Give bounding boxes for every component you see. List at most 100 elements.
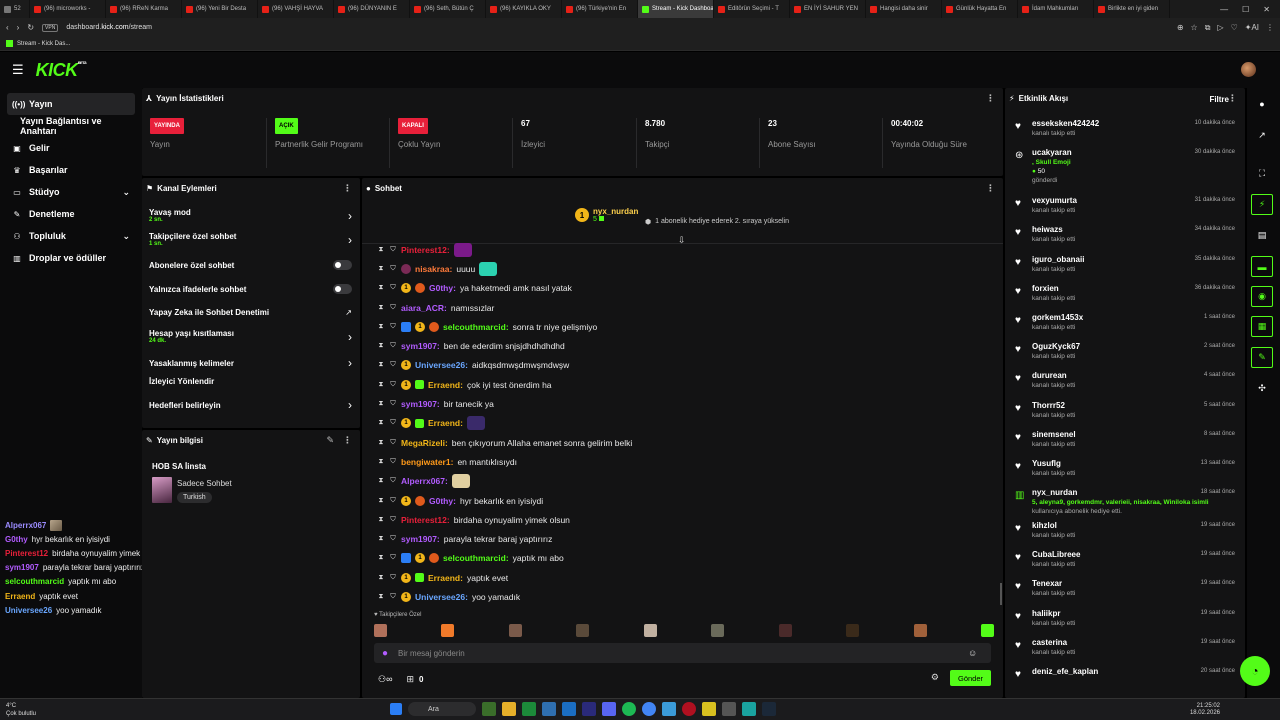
chat-message[interactable]: ⧗ ⛉ 1 Universee26: aidkqsdmwşdmwşmdwşw [377, 356, 993, 375]
fullscreen-icon[interactable]: ⛶ [1251, 163, 1273, 184]
shield-icon[interactable]: ⛉ [389, 458, 397, 466]
gift-box-icon[interactable]: ⊞ [406, 674, 414, 685]
info-more-icon[interactable]: ⋮ [343, 435, 352, 446]
chat-message[interactable]: ⧗ ⛉ 1 Erraend: [377, 414, 993, 433]
shield-icon[interactable]: ⛉ [389, 419, 397, 427]
activity-event[interactable]: ♥ gorkem1453x kanalı takip etti 1 saat önce [1005, 310, 1245, 339]
shield-icon[interactable]: ⛉ [389, 574, 397, 582]
chat-message[interactable]: ⧗ ⛉ 1 G0thy: ya haketmedi amk nasıl yatak [377, 279, 993, 298]
timeout-icon[interactable]: ⧗ [377, 477, 385, 485]
app-icon[interactable] [662, 702, 676, 716]
timeout-icon[interactable]: ⧗ [377, 593, 385, 601]
activity-event[interactable]: ♥ forxien kanalı takip etti 36 dakika önce [1005, 281, 1245, 310]
chat-username[interactable]: Erraend: [428, 573, 463, 583]
emote-button[interactable] [846, 624, 860, 637]
browser-tab[interactable]: (96) DÜNYANIN E [334, 0, 410, 18]
menu-dots-icon[interactable]: ⋮ [1266, 23, 1274, 32]
chevron-right-icon[interactable]: › [348, 330, 352, 344]
bookmark-star-icon[interactable]: ☆ [1191, 23, 1198, 32]
xbox-icon[interactable] [522, 702, 536, 716]
sidebar-item[interactable]: ((•)) Yayın [7, 93, 135, 115]
emote-button[interactable] [374, 624, 387, 637]
forward-icon[interactable]: › [17, 23, 20, 32]
language-tag[interactable]: Turkish [177, 492, 212, 503]
chat-rail-icon[interactable]: ▬ [1251, 256, 1273, 277]
emote-button[interactable] [508, 624, 522, 637]
emote-button[interactable] [913, 624, 927, 637]
chat-username[interactable]: aiara_ACR: [401, 303, 447, 313]
chat-message[interactable]: ⧗ ⛉ aiara_ACR: namıssızlar [377, 298, 993, 317]
chat-username[interactable]: G0thy: [429, 496, 456, 506]
system-clock[interactable]: 21:25:02 18.02.2026 [1190, 703, 1220, 717]
browser-tab[interactable]: (96) Yeni Bir Desta [182, 0, 258, 18]
minimize-icon[interactable]: — [1220, 5, 1228, 14]
chat-message[interactable]: ⧗ ⛉ Alperrx067: [377, 472, 993, 491]
chat-more-icon[interactable]: ⋮ [986, 183, 995, 194]
activity-event[interactable]: ♥ Thorrr52 kanalı takip etti 5 saat önce [1005, 398, 1245, 427]
browser-tab[interactable]: Birlikte en iyi giden [1094, 0, 1170, 18]
chat-message[interactable]: ⧗ ⛉ nisakraa: uuuu [377, 259, 993, 278]
chat-input[interactable] [398, 648, 959, 658]
chat-username[interactable]: Universee26: [415, 360, 468, 370]
browser-tab[interactable]: (96) KAYIKLA OKY [486, 0, 562, 18]
channel-action[interactable]: Yavaş mod 2 sn. › [149, 208, 352, 223]
obs-icon[interactable] [722, 702, 736, 716]
timeout-icon[interactable]: ⧗ [377, 246, 385, 254]
chat-message[interactable]: ⧗ ⛉ 1 selcouthmarcid: sonra tr niye gelişmiy… [377, 317, 993, 336]
emote-button[interactable] [711, 624, 725, 637]
back-icon[interactable]: ‹ [6, 23, 9, 32]
timeout-icon[interactable]: ⧗ [377, 497, 385, 505]
activity-event[interactable]: ▥ nyx_nurdan 5, aleyna9, gorkemdmr, valeri… [1005, 485, 1245, 518]
user-avatar[interactable] [1241, 62, 1256, 77]
browser-tab[interactable]: (96) RReN Karma [106, 0, 182, 18]
shield-icon[interactable]: ⛉ [389, 284, 397, 292]
chat-message[interactable]: ⧗ ⛉ sym1907: parayla tekrar baraj yaptırırı… [377, 529, 993, 548]
chat-username[interactable]: selcouthmarcid: [443, 553, 509, 563]
timeout-icon[interactable]: ⧗ [377, 381, 385, 389]
browser-tab[interactable]: (96) microworks - [30, 0, 106, 18]
channel-action[interactable]: Takipçilere özel sohbet 1 sn. › [149, 232, 352, 247]
wrench-rail-icon[interactable]: ✎ [1251, 347, 1273, 368]
timeout-icon[interactable]: ⧗ [377, 458, 385, 466]
chevron-right-icon[interactable]: › [348, 233, 352, 247]
calendar-rail-icon[interactable]: ▦ [1251, 316, 1273, 337]
chat-username[interactable]: Alperrx067: [401, 476, 448, 486]
chat-message[interactable]: ⧗ ⛉ bengiwater1: en mantıklısıydı [377, 452, 993, 471]
chat-message[interactable]: ⧗ ⛉ 1 selcouthmarcid: yaptık mı abo [377, 549, 993, 568]
timeout-icon[interactable]: ⧗ [377, 535, 385, 543]
actions-more-icon[interactable]: ⋮ [343, 183, 352, 194]
chat-username[interactable]: MegaRizeli: [401, 438, 448, 448]
browser-tab[interactable]: Stream - Kick Dashboard [638, 0, 714, 18]
shield-icon[interactable]: ⛉ [389, 265, 397, 273]
apps-icon[interactable]: ✣ [1251, 378, 1273, 399]
shield-icon[interactable]: ⛉ [389, 381, 397, 389]
channel-action[interactable]: Yasaklanmış kelimeler › [149, 356, 352, 370]
chat-username[interactable]: Universee26: [415, 592, 468, 602]
sidebar-item[interactable]: ♛ Başarılar [0, 159, 142, 181]
extensions-icon[interactable]: ⧉ [1205, 23, 1211, 33]
activity-event[interactable]: ♥ deniz_efe_kaplan 20 saat önce [1005, 664, 1245, 693]
activity-event[interactable]: ♥ Yusuflg kanalı takip etti 13 saat önce [1005, 456, 1245, 485]
chat-message[interactable]: ⧗ ⛉ MegaRizeli: ben çıkıyorum Allaha emanet… [377, 433, 993, 452]
filter-button[interactable]: Filtre [1209, 95, 1229, 104]
chat-username[interactable]: nisakraa: [415, 264, 452, 274]
emote-button[interactable] [441, 624, 455, 637]
chat-username[interactable]: Erraend: [428, 380, 463, 390]
browser-tab[interactable]: Hangisi daha sinir [866, 0, 942, 18]
timeout-icon[interactable]: ⧗ [377, 304, 385, 312]
emote-button[interactable] [576, 624, 590, 637]
chat-message[interactable]: ⧗ ⛉ 1 Erraend: çok iyi test önerdim ha [377, 375, 993, 394]
chat-username[interactable]: selcouthmarcid: [443, 322, 509, 332]
browser-tab[interactable]: EN İYİ SAHUR YEN [790, 0, 866, 18]
chat-username[interactable]: G0thy: [429, 283, 456, 293]
channel-action[interactable]: Hedefleri belirleyin › [149, 398, 352, 412]
shield-icon[interactable]: ⛉ [389, 323, 397, 331]
activity-event[interactable]: ♥ dururean kanalı takip etti 4 saat önce [1005, 368, 1245, 397]
pinned-user[interactable]: 1 nyx_nurdan 5 [575, 207, 638, 223]
browser-tab[interactable]: Editörün Seçimi - T [714, 0, 790, 18]
heart-outline-icon[interactable]: ♡ [1231, 23, 1238, 32]
chat-message[interactable]: ⧗ ⛉ sym1907: ben de ederdim snjsjdhdhdhdhd [377, 336, 993, 355]
chat-username[interactable]: bengiwater1: [401, 457, 453, 467]
microphone-icon[interactable]: ● [382, 648, 388, 659]
emote-button[interactable] [778, 624, 792, 637]
